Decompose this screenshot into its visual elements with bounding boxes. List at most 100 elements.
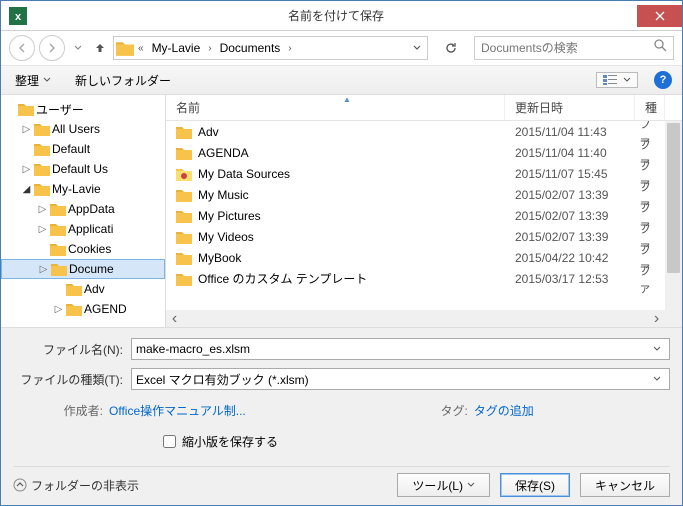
tag-label: タグ: [408, 402, 468, 419]
hide-folders-button[interactable]: フォルダーの非表示 [13, 477, 139, 494]
folder-icon [34, 162, 50, 176]
tree-label: All Users [52, 122, 100, 136]
filetype-select[interactable]: Excel マクロ有効ブック (*.xlsm) [131, 368, 670, 390]
twisty-open-icon[interactable]: ◢ [21, 184, 32, 195]
breadcrumb-seg[interactable]: Documents [216, 41, 285, 55]
window-title: 名前を付けて保存 [35, 7, 637, 24]
nav-back-button[interactable] [9, 35, 35, 61]
chevron-down-icon[interactable] [649, 376, 665, 382]
refresh-button[interactable] [438, 36, 464, 60]
list-item[interactable]: MyBook2015/04/22 10:42ファ [166, 247, 665, 268]
file-date: 2015/02/07 13:39 [505, 188, 635, 202]
twisty-closed-icon[interactable]: ▷ [37, 204, 48, 215]
folder-icon [34, 142, 50, 156]
horizontal-scrollbar[interactable]: ‹› [166, 310, 665, 327]
folder-icon [116, 39, 134, 57]
filetype-label: ファイルの種類(T): [13, 371, 123, 388]
tree-label: My-Lavie [52, 182, 101, 196]
folder-icon [176, 251, 192, 265]
scroll-left-button[interactable]: ‹ [166, 310, 183, 327]
chevron-right-icon[interactable]: › [286, 43, 293, 54]
file-date: 2015/11/04 11:40 [505, 146, 635, 160]
tree-item[interactable]: ▷ AppData [1, 199, 165, 219]
cancel-button[interactable]: キャンセル [580, 473, 670, 497]
tree-label: Default [52, 142, 90, 156]
author-value[interactable]: Office操作マニュアル制... [109, 402, 246, 419]
twisty-closed-icon[interactable]: ▷ [53, 304, 64, 315]
list-item[interactable]: Adv2015/11/04 11:43ファ [166, 121, 665, 142]
col-type[interactable]: 種 [635, 95, 665, 120]
organize-button[interactable]: 整理 [11, 70, 55, 91]
file-date: 2015/04/22 10:42 [505, 251, 635, 265]
col-date[interactable]: 更新日時 [505, 95, 635, 120]
chevron-up-circle-icon [13, 478, 27, 492]
list-item[interactable]: My Videos2015/02/07 13:39ファ [166, 226, 665, 247]
view-options-button[interactable] [596, 72, 638, 88]
list-header: 名前▲ 更新日時 種 [166, 95, 682, 121]
tree-item[interactable]: Adv [1, 279, 165, 299]
tree-item[interactable]: ▷ AGEND [1, 299, 165, 319]
filename-label: ファイル名(N): [13, 341, 123, 358]
folder-icon [176, 146, 192, 160]
list-item[interactable]: My Data Sources2015/11/07 15:45ファ [166, 163, 665, 184]
list-item[interactable]: Office のカスタム テンプレート2015/03/17 12:53ファ [166, 268, 665, 289]
nav-up-button[interactable] [91, 37, 109, 59]
list-rows[interactable]: Adv2015/11/04 11:43ファAGENDA2015/11/04 11… [166, 121, 665, 310]
nav-recent-button[interactable] [69, 37, 87, 59]
tree-item[interactable]: ユーザー [1, 99, 165, 119]
tree-item[interactable]: ▷ All Users [1, 119, 165, 139]
list-item[interactable]: My Pictures2015/02/07 13:39ファ [166, 205, 665, 226]
vertical-scrollbar[interactable] [665, 121, 682, 310]
filename-input[interactable]: make-macro_es.xlsm [131, 338, 670, 360]
bottom-panel: ファイル名(N): make-macro_es.xlsm ファイルの種類(T):… [1, 327, 682, 505]
address-dropdown[interactable] [409, 45, 425, 51]
tree-item[interactable]: ◢ My-Lavie [1, 179, 165, 199]
tree-label: AGEND [84, 302, 127, 316]
tree-item[interactable]: Cookies [1, 239, 165, 259]
breadcrumb-seg[interactable]: My-Lavie [148, 41, 205, 55]
sort-indicator-icon: ▲ [343, 95, 351, 104]
save-dialog: x 名前を付けて保存 « My-Lavie › Documents › 整理 新… [0, 0, 683, 506]
twisty-closed-icon[interactable]: ▷ [38, 264, 49, 275]
folder-icon [50, 222, 66, 236]
twisty-closed-icon[interactable]: ▷ [21, 124, 32, 135]
thumbnail-checkbox[interactable] [163, 435, 176, 448]
tree-item[interactable]: ▷Default Us [1, 159, 165, 179]
tree-item[interactable]: Default [1, 139, 165, 159]
list-item[interactable]: My Music2015/02/07 13:39ファ [166, 184, 665, 205]
address-bar[interactable]: « My-Lavie › Documents › [113, 36, 428, 60]
save-button[interactable]: 保存(S) [500, 473, 570, 497]
thumbnail-label: 縮小版を保存する [182, 433, 278, 450]
file-name: Adv [198, 125, 219, 139]
new-folder-button[interactable]: 新しいフォルダー [71, 70, 175, 91]
twisty-closed-icon[interactable]: ▷ [37, 224, 48, 235]
file-date: 2015/02/07 13:39 [505, 209, 635, 223]
close-button[interactable] [637, 5, 682, 27]
search-input[interactable] [481, 41, 654, 55]
tree-label: ユーザー [36, 101, 84, 118]
tree-label: AppData [68, 202, 115, 216]
nav-forward-button[interactable] [39, 35, 65, 61]
chevron-down-icon[interactable] [649, 346, 665, 352]
tools-button[interactable]: ツール(L) [397, 473, 490, 497]
tree-label: Cookies [68, 242, 111, 256]
help-button[interactable]: ? [654, 71, 672, 89]
tree-item[interactable]: ▷Docume [1, 259, 165, 279]
list-item[interactable]: AGENDA2015/11/04 11:40ファ [166, 142, 665, 163]
breadcrumb-root-chevron[interactable]: « [136, 43, 146, 54]
file-name: MyBook [198, 251, 241, 265]
file-name: My Data Sources [198, 167, 290, 181]
folder-icon [50, 202, 66, 216]
tree-item[interactable]: ▷Applicati [1, 219, 165, 239]
folder-icon [176, 230, 192, 244]
search-box[interactable] [474, 36, 674, 60]
tag-value[interactable]: タグの追加 [474, 402, 534, 419]
twisty-closed-icon[interactable]: ▷ [21, 164, 32, 175]
folder-tree[interactable]: ユーザー ▷ All Users Default ▷Default Us ◢ My-Lavi… [1, 95, 166, 327]
folder-icon [18, 102, 34, 116]
col-name[interactable]: 名前▲ [166, 95, 505, 120]
file-name: My Pictures [198, 209, 261, 223]
scrollbar-thumb[interactable] [667, 123, 680, 273]
chevron-right-icon[interactable]: › [206, 43, 213, 54]
scroll-right-button[interactable]: › [648, 310, 665, 327]
